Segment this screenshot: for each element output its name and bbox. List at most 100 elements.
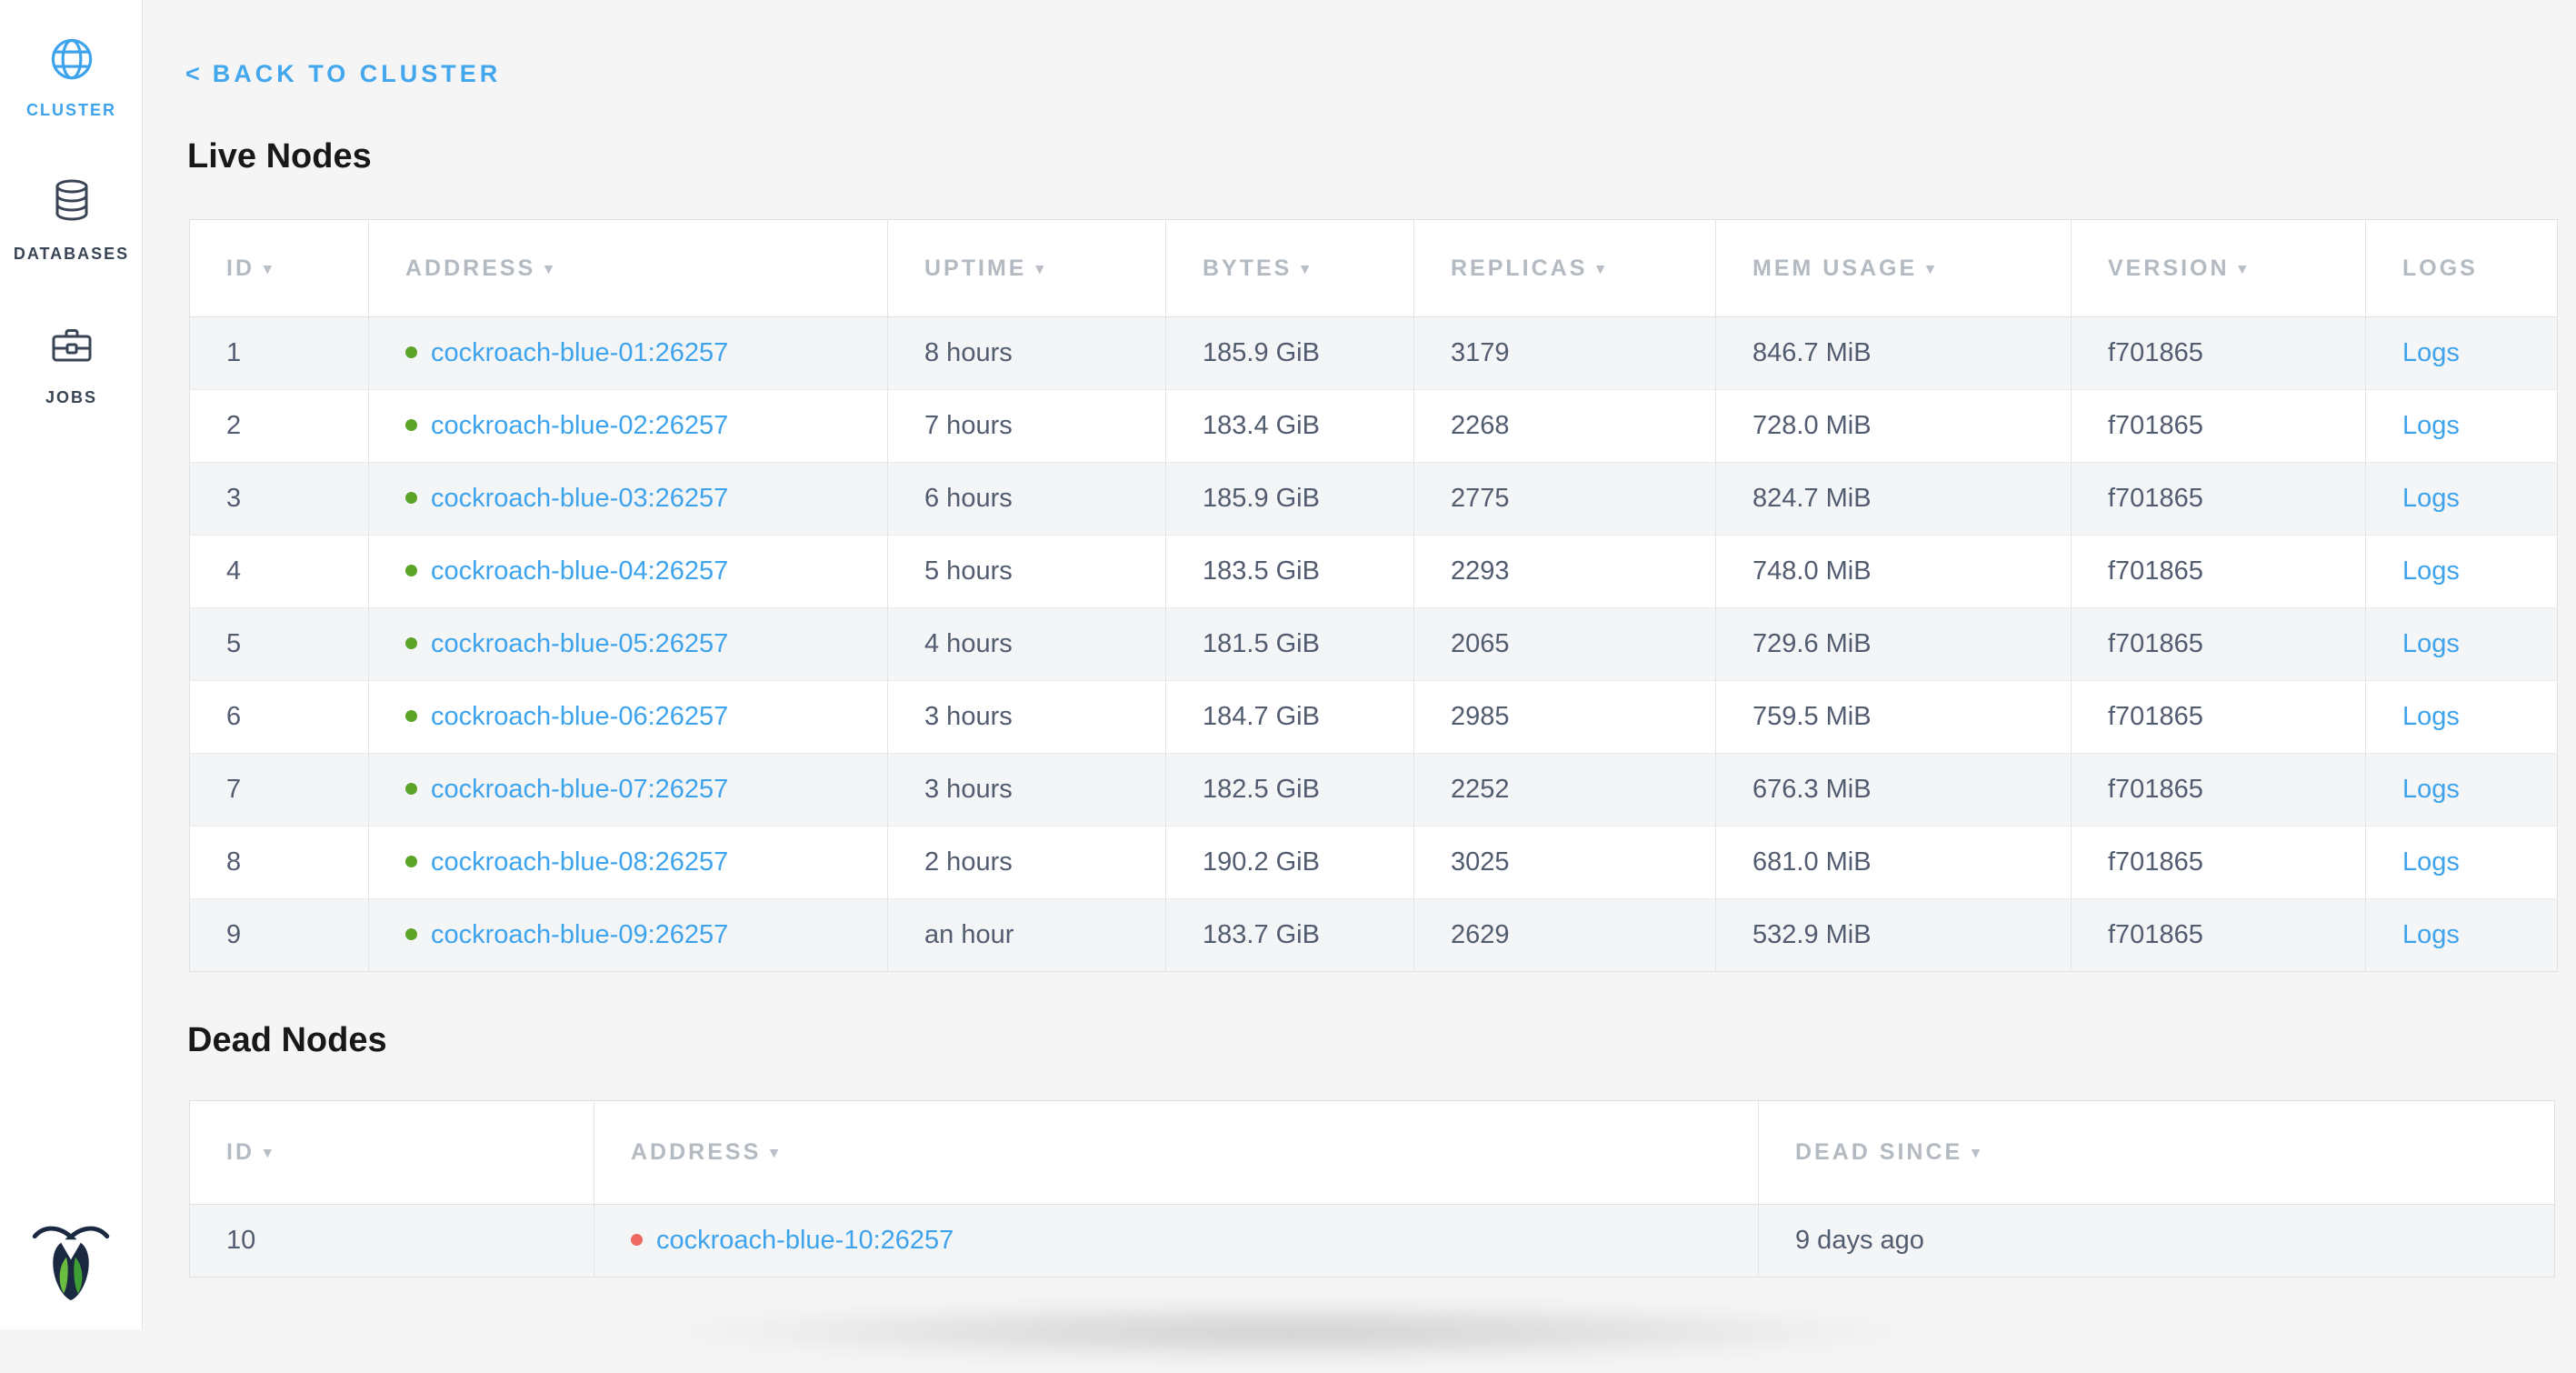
sidebar-item-jobs[interactable]: JOBS — [0, 322, 143, 407]
cell-address: cockroach-blue-08:26257 — [369, 827, 888, 899]
sort-arrow-icon: ▾ — [264, 1144, 272, 1161]
cell-value: f701865 — [2108, 702, 2203, 731]
cell-value: 184.7 GiB — [1203, 702, 1320, 731]
cell-replicas: 2629 — [1414, 899, 1716, 972]
cell-value: 846.7 MiB — [1752, 338, 1872, 367]
cell-value: 182.5 GiB — [1203, 775, 1320, 804]
cell-version: f701865 — [2072, 463, 2366, 536]
column-header-label: MEM USAGE — [1752, 256, 1917, 281]
logs-link[interactable]: Logs — [2402, 702, 2460, 731]
back-to-cluster-link[interactable]: <BACK TO CLUSTER — [185, 56, 501, 91]
cell-address: cockroach-blue-07:26257 — [369, 754, 888, 827]
cell-value: 4 — [226, 556, 241, 586]
table-row: 4cockroach-blue-04:262575 hours183.5 GiB… — [190, 536, 2558, 608]
column-header-mem_usage[interactable]: MEM USAGE ▾ — [1716, 220, 2072, 317]
cell-value: 824.7 MiB — [1752, 484, 1872, 513]
logs-link[interactable]: Logs — [2402, 411, 2460, 440]
cell-logs: Logs — [2366, 317, 2558, 390]
column-header-id[interactable]: ID▾ — [190, 220, 369, 317]
cell-uptime: 3 hours — [888, 754, 1166, 827]
cell-value: 729.6 MiB — [1752, 629, 1872, 658]
logs-link[interactable]: Logs — [2402, 556, 2460, 586]
cell-value: 9 days ago — [1795, 1226, 1924, 1255]
cell-value: 185.9 GiB — [1203, 484, 1320, 513]
cell-version: f701865 — [2072, 608, 2366, 681]
cell-mem_usage: 846.7 MiB — [1716, 317, 2072, 390]
cell-mem_usage: 728.0 MiB — [1716, 390, 2072, 463]
cell-value: 2 — [226, 411, 241, 440]
node-address-link[interactable]: cockroach-blue-01:26257 — [431, 338, 728, 367]
column-header-id[interactable]: ID▾ — [190, 1101, 594, 1205]
cell-replicas: 3179 — [1414, 317, 1716, 390]
cell-replicas: 2293 — [1414, 536, 1716, 608]
node-address-link[interactable]: cockroach-blue-03:26257 — [431, 484, 728, 513]
column-header-dead_since[interactable]: DEAD SINCE▾ — [1759, 1101, 2555, 1205]
table-row: 2cockroach-blue-02:262577 hours183.4 GiB… — [190, 390, 2558, 463]
node-address-link[interactable]: cockroach-blue-07:26257 — [431, 775, 728, 804]
node-address-link[interactable]: cockroach-blue-10:26257 — [656, 1226, 954, 1255]
column-header-label: DEAD SINCE — [1795, 1139, 1962, 1165]
cell-value: 10 — [226, 1226, 255, 1255]
cell-bytes: 184.7 GiB — [1166, 681, 1414, 754]
cell-mem_usage: 681.0 MiB — [1716, 827, 2072, 899]
column-header-logs: LOGS — [2366, 220, 2558, 317]
cell-value: 9 — [226, 920, 241, 949]
sidebar-item-cluster[interactable]: CLUSTER — [0, 33, 143, 120]
cell-value: f701865 — [2108, 775, 2203, 804]
sort-arrow-icon: ▾ — [1301, 260, 1309, 277]
cell-value: 759.5 MiB — [1752, 702, 1872, 731]
cell-value: 1 — [226, 338, 241, 367]
column-header-replicas[interactable]: REPLICAS▾ — [1414, 220, 1716, 317]
cell-id: 5 — [190, 608, 369, 681]
node-address-link[interactable]: cockroach-blue-02:26257 — [431, 411, 728, 440]
cell-logs: Logs — [2366, 827, 2558, 899]
column-header-address[interactable]: ADDRESS▾ — [369, 220, 888, 317]
cell-version: f701865 — [2072, 536, 2366, 608]
cell-id: 6 — [190, 681, 369, 754]
cell-value: 2 hours — [924, 847, 1013, 877]
healthy-status-dot-icon — [405, 856, 417, 867]
cell-mem_usage: 759.5 MiB — [1716, 681, 2072, 754]
cell-value: 676.3 MiB — [1752, 775, 1872, 804]
logs-link[interactable]: Logs — [2402, 847, 2460, 877]
cell-address: cockroach-blue-01:26257 — [369, 317, 888, 390]
sidebar-item-label: JOBS — [45, 388, 97, 407]
cell-value: 3 hours — [924, 702, 1013, 731]
cell-value: 183.7 GiB — [1203, 920, 1320, 949]
node-address-link[interactable]: cockroach-blue-09:26257 — [431, 920, 728, 949]
node-address-link[interactable]: cockroach-blue-06:26257 — [431, 702, 728, 731]
logs-link[interactable]: Logs — [2402, 920, 2460, 949]
cell-value: 748.0 MiB — [1752, 556, 1872, 586]
cell-bytes: 182.5 GiB — [1166, 754, 1414, 827]
cell-version: f701865 — [2072, 390, 2366, 463]
cell-replicas: 2252 — [1414, 754, 1716, 827]
healthy-status-dot-icon — [405, 928, 417, 940]
logs-link[interactable]: Logs — [2402, 629, 2460, 658]
logs-link[interactable]: Logs — [2402, 775, 2460, 804]
cockroach-logo-icon — [30, 1220, 112, 1304]
sidebar-item-databases[interactable]: DATABASES — [0, 178, 143, 264]
cell-uptime: an hour — [888, 899, 1166, 972]
cell-bytes: 183.7 GiB — [1166, 899, 1414, 972]
logs-link[interactable]: Logs — [2402, 338, 2460, 367]
cell-address: cockroach-blue-09:26257 — [369, 899, 888, 972]
cell-value: 183.5 GiB — [1203, 556, 1320, 586]
cell-version: f701865 — [2072, 317, 2366, 390]
column-header-uptime[interactable]: UPTIME▾ — [888, 220, 1166, 317]
column-header-version[interactable]: VERSION▾ — [2072, 220, 2366, 317]
healthy-status-dot-icon — [405, 346, 417, 358]
healthy-status-dot-icon — [405, 637, 417, 649]
cell-value: f701865 — [2108, 920, 2203, 949]
node-address-link[interactable]: cockroach-blue-04:26257 — [431, 556, 728, 586]
cell-value: 728.0 MiB — [1752, 411, 1872, 440]
cell-value: 2985 — [1451, 702, 1510, 731]
node-address-link[interactable]: cockroach-blue-08:26257 — [431, 847, 728, 877]
sort-arrow-icon: ▾ — [1926, 260, 1934, 277]
cell-logs: Logs — [2366, 754, 2558, 827]
column-header-address[interactable]: ADDRESS▾ — [594, 1101, 1759, 1205]
cell-bytes: 185.9 GiB — [1166, 317, 1414, 390]
logs-link[interactable]: Logs — [2402, 484, 2460, 513]
node-address-link[interactable]: cockroach-blue-05:26257 — [431, 629, 728, 658]
column-header-bytes[interactable]: BYTES▾ — [1166, 220, 1414, 317]
cell-logs: Logs — [2366, 463, 2558, 536]
